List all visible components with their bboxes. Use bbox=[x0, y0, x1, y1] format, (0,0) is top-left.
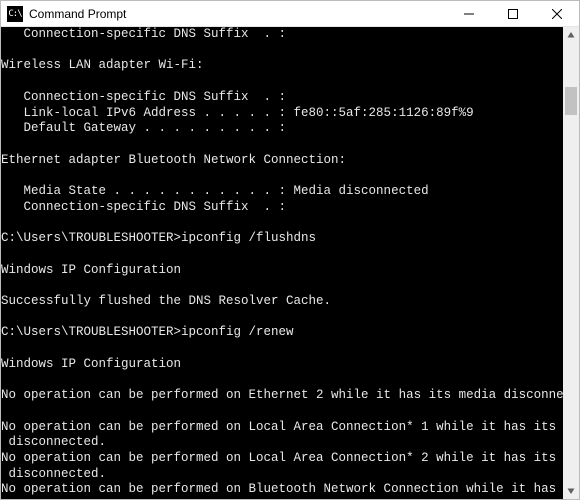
scroll-track[interactable] bbox=[563, 43, 579, 483]
maximize-icon bbox=[508, 9, 518, 19]
terminal-line: Ethernet adapter Bluetooth Network Conne… bbox=[1, 153, 563, 169]
terminal-line bbox=[1, 310, 563, 326]
terminal-line: disconnected. bbox=[1, 467, 563, 483]
terminal-line: Connection-specific DNS Suffix . : bbox=[1, 90, 563, 106]
titlebar[interactable]: C:\ Command Prompt bbox=[1, 1, 579, 27]
terminal-line bbox=[1, 215, 563, 231]
minimize-icon bbox=[464, 9, 474, 19]
terminal-line: No operation can be performed on Bluetoo… bbox=[1, 482, 563, 498]
chevron-down-icon bbox=[567, 487, 575, 495]
terminal-line: disconnected. bbox=[1, 435, 563, 451]
command-prompt-window: C:\ Command Prompt Connection-specific D… bbox=[0, 0, 580, 500]
terminal-line bbox=[1, 137, 563, 153]
terminal-line bbox=[1, 372, 563, 388]
terminal-line: Connection-specific DNS Suffix . : bbox=[1, 27, 563, 43]
client-area: Connection-specific DNS Suffix . : Wirel… bbox=[1, 27, 579, 499]
terminal-line: Media State . . . . . . . . . . . : Medi… bbox=[1, 184, 563, 200]
terminal-output[interactable]: Connection-specific DNS Suffix . : Wirel… bbox=[1, 27, 563, 499]
close-icon bbox=[552, 9, 562, 19]
chevron-up-icon bbox=[567, 31, 575, 39]
terminal-line: Successfully flushed the DNS Resolver Ca… bbox=[1, 294, 563, 310]
cmd-icon: C:\ bbox=[7, 6, 23, 22]
terminal-line bbox=[1, 341, 563, 357]
scroll-down-button[interactable] bbox=[563, 483, 579, 499]
scroll-thumb[interactable] bbox=[565, 87, 577, 115]
terminal-line: Windows IP Configuration bbox=[1, 263, 563, 279]
terminal-line bbox=[1, 247, 563, 263]
vertical-scrollbar[interactable] bbox=[563, 27, 579, 499]
maximize-button[interactable] bbox=[491, 1, 535, 27]
terminal-line bbox=[1, 43, 563, 59]
terminal-line: C:\Users\TROUBLESHOOTER>ipconfig /flushd… bbox=[1, 231, 563, 247]
terminal-line: Connection-specific DNS Suffix . : bbox=[1, 200, 563, 216]
terminal-line: No operation can be performed on Etherne… bbox=[1, 388, 563, 404]
minimize-button[interactable] bbox=[447, 1, 491, 27]
scroll-up-button[interactable] bbox=[563, 27, 579, 43]
terminal-line: Default Gateway . . . . . . . . . : bbox=[1, 121, 563, 137]
terminal-line bbox=[1, 404, 563, 420]
terminal-line: No operation can be performed on Local A… bbox=[1, 420, 563, 436]
terminal-line: No operation can be performed on Local A… bbox=[1, 451, 563, 467]
close-button[interactable] bbox=[535, 1, 579, 27]
terminal-line bbox=[1, 74, 563, 90]
terminal-line: Wireless LAN adapter Wi-Fi: bbox=[1, 58, 563, 74]
window-title: Command Prompt bbox=[29, 7, 447, 21]
terminal-line: Link-local IPv6 Address . . . . . : fe80… bbox=[1, 106, 563, 122]
terminal-line bbox=[1, 278, 563, 294]
terminal-line bbox=[1, 168, 563, 184]
terminal-line: Windows IP Configuration bbox=[1, 357, 563, 373]
terminal-line: C:\Users\TROUBLESHOOTER>ipconfig /renew bbox=[1, 325, 563, 341]
